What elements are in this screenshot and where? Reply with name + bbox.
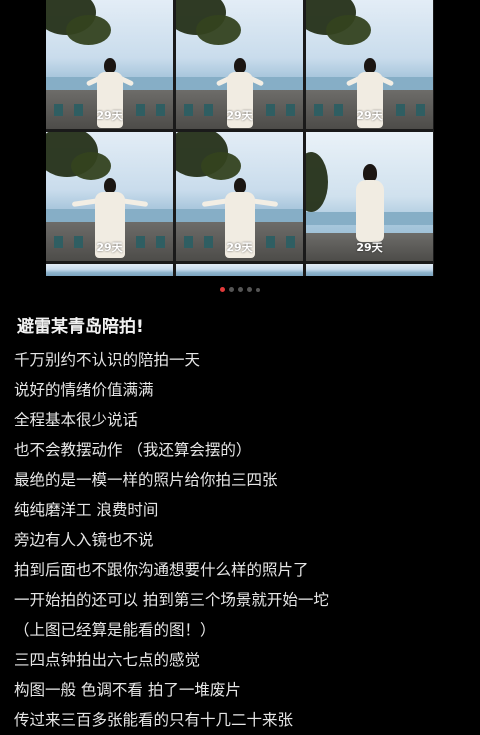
post-line: 全程基本很少说话 — [14, 411, 139, 429]
post-line: 三四点钟拍出六七点的感觉 — [14, 651, 201, 669]
photo-tile[interactable] — [176, 264, 303, 276]
post-line: 一开始拍的还可以 拍到第三个场景就开始一坨 — [14, 591, 329, 609]
post-line: 拍到后面也不跟你沟通想要什么样的照片了 — [14, 561, 309, 579]
page-dot[interactable] — [238, 287, 243, 292]
page-dot[interactable] — [247, 287, 252, 292]
duration-label: 29天 — [226, 109, 253, 122]
post-line: 最绝的是一模一样的照片给你拍三四张 — [14, 471, 278, 489]
photo-tile[interactable]: 29天 — [46, 132, 173, 261]
post-line: 千万别约不认识的陪拍一天 — [14, 351, 201, 369]
post-line: 旁边有人入镜也不说 — [14, 531, 154, 549]
duration-label: 29天 — [96, 241, 123, 254]
photo-tile[interactable]: 29天 — [176, 0, 303, 129]
photo-tile[interactable]: 29天 — [46, 0, 173, 129]
post-line: 纯纯磨洋工 浪费时间 — [14, 501, 159, 519]
duration-label: 29天 — [356, 109, 383, 122]
post-line: （上图已经算是能看的图！） — [14, 621, 216, 639]
post-line: 构图一般 色调不看 拍了一堆废片 — [14, 681, 241, 699]
post-line: 传过来三百多张能看的只有十几二十来张 — [14, 711, 294, 729]
duration-label: 29天 — [96, 109, 123, 122]
photo-tile[interactable]: 29天 — [176, 132, 303, 261]
post-body: 千万别约不认识的陪拍一天 说好的情绪价值满满 全程基本很少说话 也不会教摆动作 … — [14, 345, 474, 735]
duration-label: 29天 — [356, 241, 383, 254]
photo-tile[interactable]: 29天 — [306, 0, 433, 129]
page-dot[interactable] — [256, 288, 260, 292]
photo-tile[interactable] — [306, 264, 433, 276]
photo-gallery[interactable]: 29天 29天 29天 29天 29天 29天 — [46, 0, 434, 276]
page-dot-active[interactable] — [220, 287, 225, 292]
page-indicator — [0, 287, 480, 293]
post-line: 也不会教摆动作 （我还算会摆的） — [14, 441, 252, 459]
duration-label: 29天 — [226, 241, 253, 254]
photo-tile[interactable]: 29天 — [306, 132, 433, 261]
photo-tile[interactable] — [46, 264, 173, 276]
page-dot[interactable] — [229, 287, 234, 292]
post-title: 避雷某青岛陪拍! — [17, 317, 144, 337]
post-line: 说好的情绪价值满满 — [14, 381, 154, 399]
